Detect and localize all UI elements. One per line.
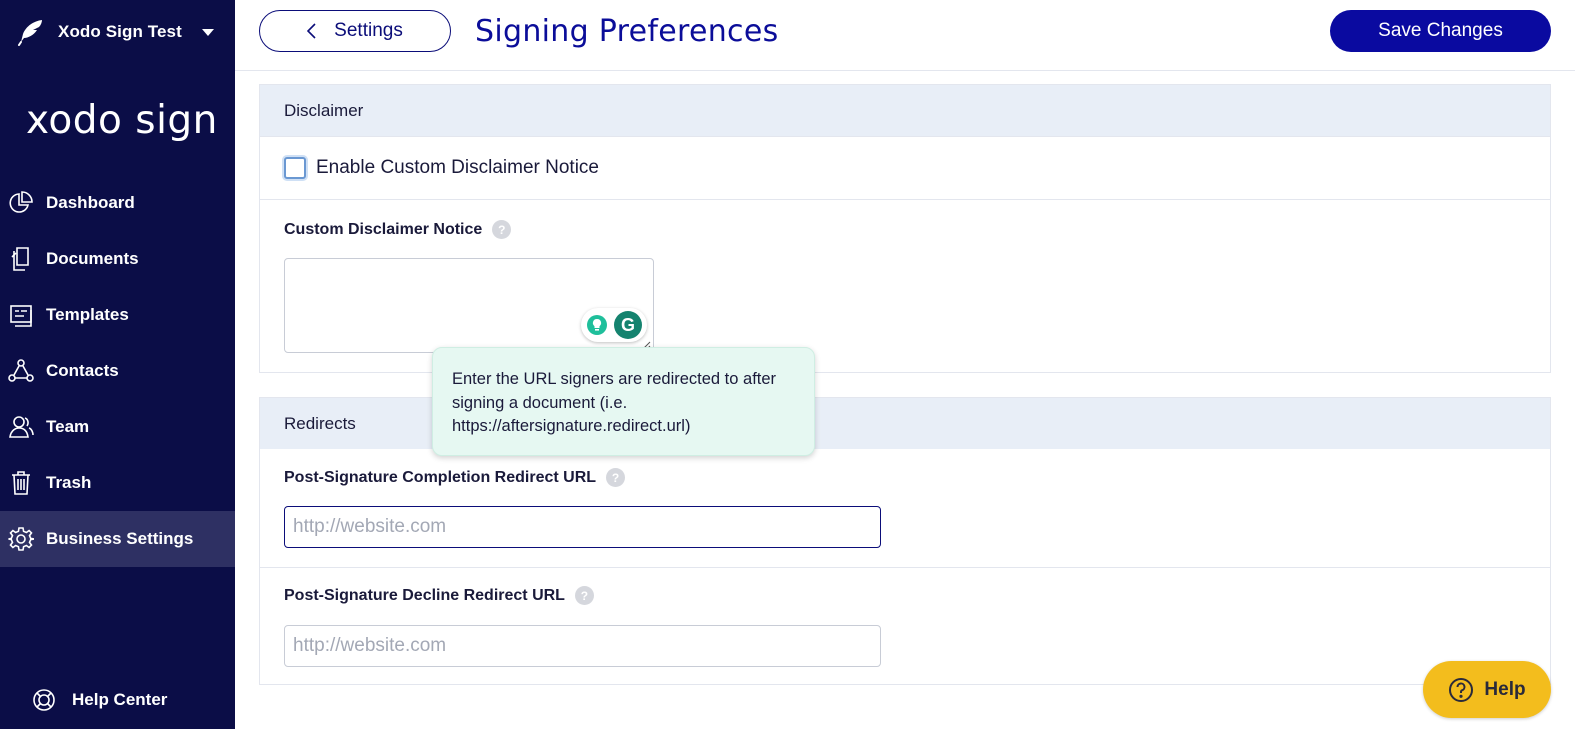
- disclaimer-section: Disclaimer Enable Custom Disclaimer Noti…: [259, 84, 1551, 373]
- decline-redirect-row: Post-Signature Decline Redirect URL ?: [260, 567, 1550, 685]
- help-question-icon[interactable]: ?: [492, 220, 512, 239]
- sidebar-item-label: Documents: [46, 249, 139, 268]
- sidebar-item-label: Contacts: [46, 361, 119, 380]
- sidebar-item-label: Trash: [46, 473, 92, 492]
- help-question-icon[interactable]: ?: [574, 586, 594, 605]
- sidebar-item-dashboard[interactable]: Dashboard: [0, 175, 235, 231]
- back-button-label: Settings: [334, 20, 403, 41]
- field-label-wrapper: Post-Signature Completion Redirect URL ?: [284, 468, 626, 487]
- enable-disclaimer-row: Enable Custom Disclaimer Notice: [260, 136, 1550, 199]
- sidebar-item-trash[interactable]: Trash: [0, 455, 235, 511]
- completion-redirect-label: Post-Signature Completion Redirect URL: [284, 468, 597, 486]
- section-heading: Disclaimer: [260, 85, 1550, 136]
- account-switcher[interactable]: Xodo Sign Test: [16, 18, 214, 46]
- page-header: Settings Signing Preferences Save Change…: [235, 0, 1575, 71]
- feather-logo-icon: [18, 20, 42, 46]
- pie-chart-icon: [9, 191, 33, 213]
- help-center-link[interactable]: Help Center: [32, 688, 167, 712]
- field-label-wrapper: Custom Disclaimer Notice ?: [284, 220, 512, 239]
- disclaimer-notice-label: Custom Disclaimer Notice: [284, 220, 483, 238]
- url-help-tooltip: Enter the URL signers are redirected to …: [432, 347, 815, 456]
- grammarly-logo-icon: G: [614, 311, 642, 339]
- page-title: Signing Preferences: [475, 14, 779, 49]
- gear-icon: [8, 527, 34, 551]
- help-question-icon[interactable]: ?: [606, 468, 626, 487]
- completion-redirect-row: Post-Signature Completion Redirect URL ?: [260, 449, 1550, 567]
- trash-icon: [12, 471, 30, 495]
- team-icon: [9, 416, 34, 438]
- decline-redirect-url-input[interactable]: [284, 625, 881, 667]
- sidebar-item-documents[interactable]: Documents: [0, 231, 235, 287]
- documents-icon: [11, 247, 29, 271]
- contacts-icon: [8, 359, 34, 382]
- lifebuoy-icon: [33, 689, 55, 711]
- sidebar-item-business-settings[interactable]: Business Settings: [0, 511, 235, 567]
- help-button-label: Help: [1484, 678, 1526, 700]
- brand-logo: xodo sign: [26, 98, 218, 143]
- lightbulb-icon: [587, 315, 607, 335]
- chevron-down-icon: [201, 28, 214, 36]
- templates-icon: [10, 305, 32, 327]
- sidebar-item-label: Dashboard: [46, 193, 135, 212]
- enable-disclaimer-checkbox[interactable]: [284, 157, 306, 179]
- help-center-label: Help Center: [72, 690, 168, 709]
- sidebar: Xodo Sign Test xodo sign Dashboard Docum…: [0, 0, 235, 729]
- save-changes-button[interactable]: Save Changes: [1330, 10, 1551, 52]
- sidebar-item-team[interactable]: Team: [0, 399, 235, 455]
- sidebar-item-contacts[interactable]: Contacts: [0, 343, 235, 399]
- sidebar-item-label: Templates: [46, 305, 129, 324]
- sidebar-item-templates[interactable]: Templates: [0, 287, 235, 343]
- field-label-wrapper: Post-Signature Decline Redirect URL ?: [284, 586, 594, 605]
- question-circle-icon: [1449, 677, 1474, 702]
- grammarly-widget[interactable]: G: [581, 308, 647, 342]
- sidebar-item-label: Team: [46, 417, 90, 436]
- decline-redirect-label: Post-Signature Decline Redirect URL: [284, 586, 565, 604]
- chevron-left-icon: [307, 23, 316, 39]
- completion-redirect-url-input[interactable]: [284, 506, 881, 548]
- back-to-settings-button[interactable]: Settings: [259, 10, 451, 52]
- sidebar-nav: Dashboard Documents Templates Contacts T…: [0, 175, 235, 567]
- enable-disclaimer-label[interactable]: Enable Custom Disclaimer Notice: [316, 157, 599, 179]
- disclaimer-notice-textarea[interactable]: G: [284, 258, 654, 353]
- sidebar-item-label: Business Settings: [46, 529, 194, 548]
- help-button[interactable]: Help: [1423, 661, 1551, 718]
- account-name: Xodo Sign Test: [58, 22, 182, 41]
